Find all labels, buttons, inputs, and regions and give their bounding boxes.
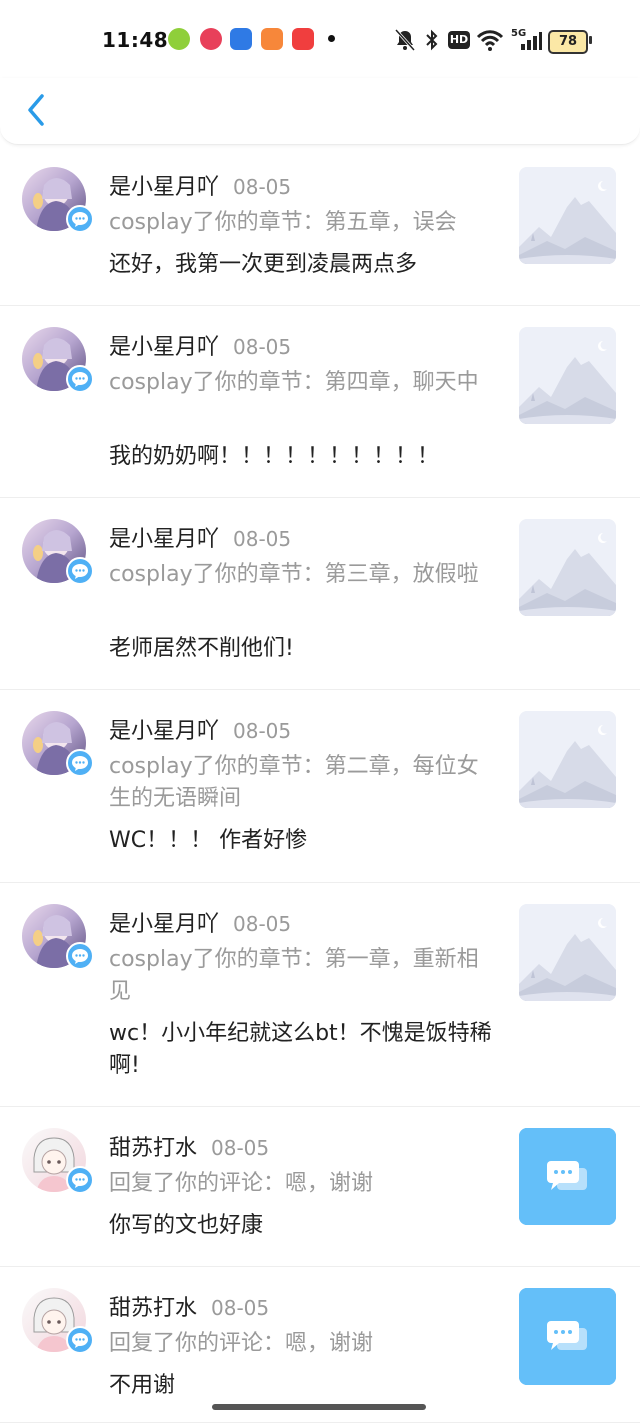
name-line: 是小星月吖 08-05 (109, 713, 291, 745)
user-name[interactable]: 是小星月吖 (109, 175, 219, 200)
name-line: 甜苏打水 08-05 (109, 1130, 269, 1162)
user-name[interactable]: 是小星月吖 (109, 335, 219, 360)
wifi-icon (476, 30, 504, 51)
comment-text: 老师居然不削他们! (109, 636, 294, 661)
action-text: cosplay了你的章节：第一章，重新相见 (109, 947, 479, 1004)
user-name[interactable]: 甜苏打水 (109, 1296, 197, 1321)
chapter-cover-thumbnail[interactable] (519, 904, 616, 1001)
name-line: 是小星月吖 08-05 (109, 521, 291, 553)
chat-bubble-icon[interactable] (519, 1128, 616, 1225)
action-text: cosplay了你的章节：第五章，误会 (109, 210, 457, 235)
app-notification-icon (230, 28, 252, 50)
bluetooth-icon (426, 29, 438, 51)
chapter-cover-thumbnail[interactable] (519, 327, 616, 424)
action-text: 回复了你的评论：嗯，谢谢 (109, 1331, 374, 1356)
name-line: 是小星月吖 08-05 (109, 329, 291, 361)
item-date: 08-05 (211, 1136, 270, 1160)
item-date: 08-05 (233, 175, 292, 199)
hd-icon: HD (448, 31, 470, 49)
comment-badge-icon (66, 365, 94, 393)
comment-text: WC！！！ 作者好惨 (109, 828, 308, 853)
nav-bar (0, 78, 640, 145)
item-date: 08-05 (233, 527, 292, 551)
action-text: cosplay了你的章节：第三章，放假啦 (109, 562, 479, 587)
signal-icon (521, 32, 542, 50)
home-indicator[interactable] (212, 1404, 426, 1410)
notification-item[interactable]: 是小星月吖 08-05 cosplay了你的章节：第五章，误会 还好，我第一次更到凌晨… (0, 145, 640, 306)
chapter-cover-thumbnail[interactable] (519, 167, 616, 264)
status-time: 11:48 (102, 28, 169, 52)
battery-tip (589, 36, 592, 44)
app-notification-icon (168, 28, 190, 50)
comment-badge-icon (66, 1326, 94, 1354)
battery-level: 78 (548, 30, 588, 54)
item-date: 08-05 (233, 335, 292, 359)
notification-item[interactable]: 是小星月吖 08-05 cosplay了你的章节：第四章，聊天中 我的奶奶啊！！！！！… (0, 305, 640, 498)
chapter-cover-thumbnail[interactable] (519, 711, 616, 808)
comment-badge-icon (66, 749, 94, 777)
name-line: 甜苏打水 08-05 (109, 1290, 269, 1322)
action-text: cosplay了你的章节：第二章，每位女生的无语瞬间 (109, 754, 479, 811)
action-text: 回复了你的评论：嗯，谢谢 (109, 1171, 374, 1196)
comment-badge-icon (66, 557, 94, 585)
comment-badge-icon (66, 942, 94, 970)
name-line: 是小星月吖 08-05 (109, 906, 291, 938)
comment-text: 你写的文也好康 (109, 1213, 264, 1238)
action-text: cosplay了你的章节：第四章，聊天中 (109, 370, 479, 395)
comment-text: 不用谢 (109, 1373, 176, 1398)
user-name[interactable]: 是小星月吖 (109, 912, 219, 937)
item-date: 08-05 (233, 912, 292, 936)
name-line: 是小星月吖 08-05 (109, 169, 291, 201)
notification-item[interactable]: 是小星月吖 08-05 cosplay了你的章节：第三章，放假啦 老师居然不削他们! (0, 497, 640, 690)
more-notifications-dot (328, 35, 335, 42)
notification-item[interactable]: 甜苏打水 08-05 回复了你的评论：嗯，谢谢 你写的文也好康 (0, 1106, 640, 1267)
comment-badge-icon (66, 205, 94, 233)
chapter-cover-thumbnail[interactable] (519, 519, 616, 616)
mute-bell-icon (394, 28, 416, 52)
chat-bubble-icon[interactable] (519, 1288, 616, 1385)
comment-text: wc！小小年纪就这么bt！不愧是饭特稀啊! (109, 1021, 492, 1078)
back-arrow-icon[interactable] (18, 88, 58, 132)
comment-text: 还好，我第一次更到凌晨两点多 (109, 252, 418, 277)
status-bar: 11:48 HD 5G 78 (0, 0, 640, 78)
app-notification-icon (292, 28, 314, 50)
user-name[interactable]: 甜苏打水 (109, 1136, 197, 1161)
user-name[interactable]: 是小星月吖 (109, 719, 219, 744)
notification-item[interactable]: 甜苏打水 08-05 回复了你的评论：嗯，谢谢 不用谢 (0, 1266, 640, 1423)
app-notification-icon (261, 28, 283, 50)
comment-text: 我的奶奶啊！！！！！！！！！！ (109, 444, 440, 469)
notification-item[interactable]: 是小星月吖 08-05 cosplay了你的章节：第一章，重新相见 wc！小小年纪就这… (0, 882, 640, 1107)
item-date: 08-05 (233, 719, 292, 743)
item-date: 08-05 (211, 1296, 270, 1320)
notification-item[interactable]: 是小星月吖 08-05 cosplay了你的章节：第二章，每位女生的无语瞬间 WC！！… (0, 689, 640, 883)
comment-badge-icon (66, 1166, 94, 1194)
app-notification-icon (200, 28, 222, 50)
user-name[interactable]: 是小星月吖 (109, 527, 219, 552)
